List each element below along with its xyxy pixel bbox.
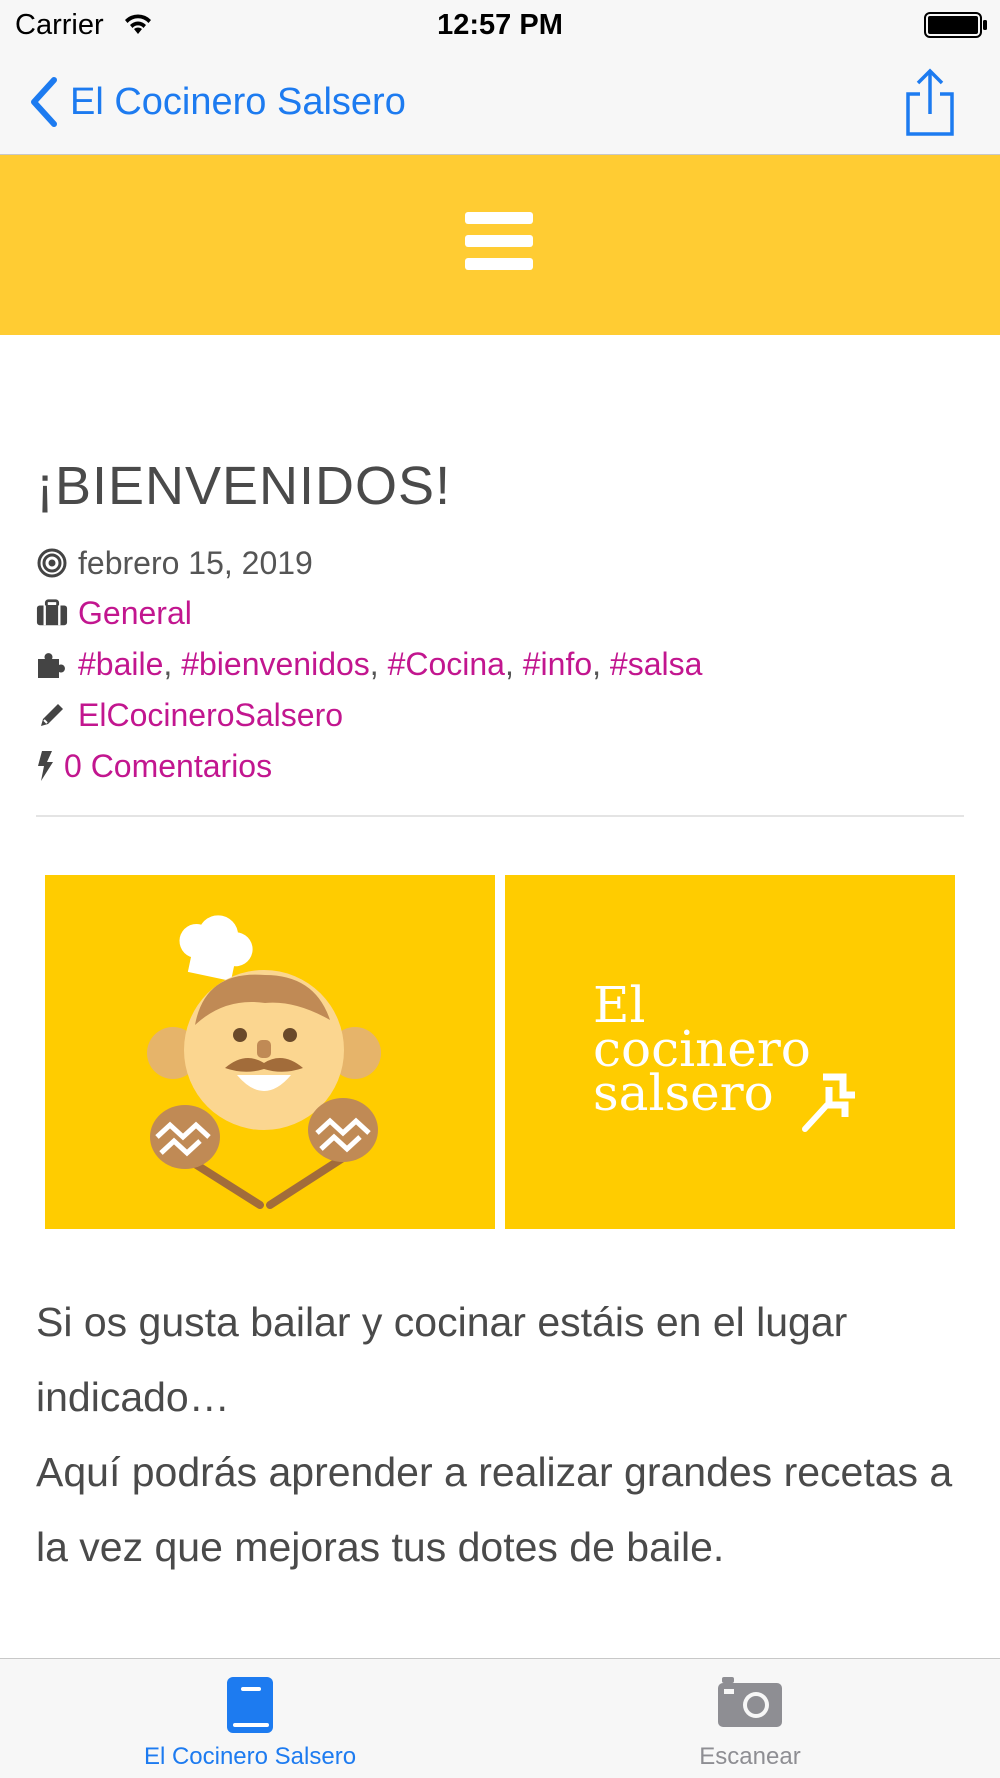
menu-icon[interactable]: [465, 212, 533, 270]
back-button-label: El Cocinero Salsero: [70, 80, 406, 123]
tag-link[interactable]: #bienvenidos: [181, 646, 370, 683]
battery-icon: [924, 12, 987, 38]
post-paragraph: Aquí podrás aprender a realizar grandes …: [36, 1449, 953, 1570]
clock: 12:57 PM: [437, 9, 563, 41]
logo-text: El cocinero salsero: [593, 980, 811, 1118]
tag-separator: ,: [592, 645, 610, 682]
navigation-bar: El Cocinero Salsero: [0, 50, 1000, 155]
post-body: Si os gusta bailar y cocinar estáis en e…: [36, 1285, 964, 1585]
post-tags-row: #baile, #bienvenidos, #Cocina, #info, #s…: [36, 644, 702, 684]
chef-mascot-image: [45, 875, 495, 1229]
tag-link[interactable]: #Cocina: [388, 646, 505, 683]
maraca-logo-icon: [802, 1073, 855, 1132]
tag-separator: ,: [369, 645, 388, 682]
post-date-row: febrero 15, 2019: [36, 543, 313, 583]
tag-separator: ,: [504, 645, 523, 682]
status-bar: Carrier 12:57 PM: [0, 0, 1000, 50]
briefcase-icon: [36, 599, 68, 627]
target-icon: [36, 548, 68, 578]
post-banner-image: El cocinero salsero: [45, 875, 955, 1229]
tag-link[interactable]: #baile: [78, 646, 163, 683]
pencil-icon: [36, 700, 68, 730]
tab-el-cocinero-salsero[interactable]: El Cocinero Salsero: [0, 1659, 500, 1778]
tag-separator: ,: [163, 645, 182, 682]
chevron-left-icon: [31, 77, 57, 127]
post-comments-link[interactable]: 0 Comentarios: [64, 748, 272, 785]
post-date: febrero 15, 2019: [78, 544, 313, 581]
tab-label: Escanear: [699, 1743, 801, 1770]
back-button[interactable]: El Cocinero Salsero: [28, 72, 406, 132]
tag-link[interactable]: #salsa: [610, 646, 703, 683]
book-icon: [227, 1677, 273, 1733]
post-category-row: General: [36, 593, 192, 633]
bolt-icon: [36, 750, 54, 782]
tab-escanear[interactable]: Escanear: [500, 1659, 1000, 1778]
post-category-link[interactable]: General: [78, 595, 192, 632]
share-icon[interactable]: [902, 68, 958, 138]
post-author-row: ElCocineroSalsero: [36, 695, 343, 735]
post-author-link[interactable]: ElCocineroSalsero: [78, 697, 343, 734]
logo-panel: El cocinero salsero: [505, 875, 955, 1229]
site-header: [0, 155, 1000, 335]
divider: [36, 815, 964, 817]
camera-icon: [718, 1677, 782, 1727]
tab-label: El Cocinero Salsero: [143, 1743, 357, 1770]
puzzle-icon: [36, 649, 68, 679]
post-comments-row: 0 Comentarios: [36, 746, 272, 786]
post-title: ¡BIENVENIDOS!: [36, 456, 452, 516]
post-paragraph: Si os gusta bailar y cocinar estáis en e…: [36, 1299, 848, 1420]
tab-bar: El Cocinero Salsero Escanear: [0, 1658, 1000, 1778]
chef-mascot-icon: [147, 915, 381, 1209]
tag-link[interactable]: #info: [523, 646, 592, 683]
